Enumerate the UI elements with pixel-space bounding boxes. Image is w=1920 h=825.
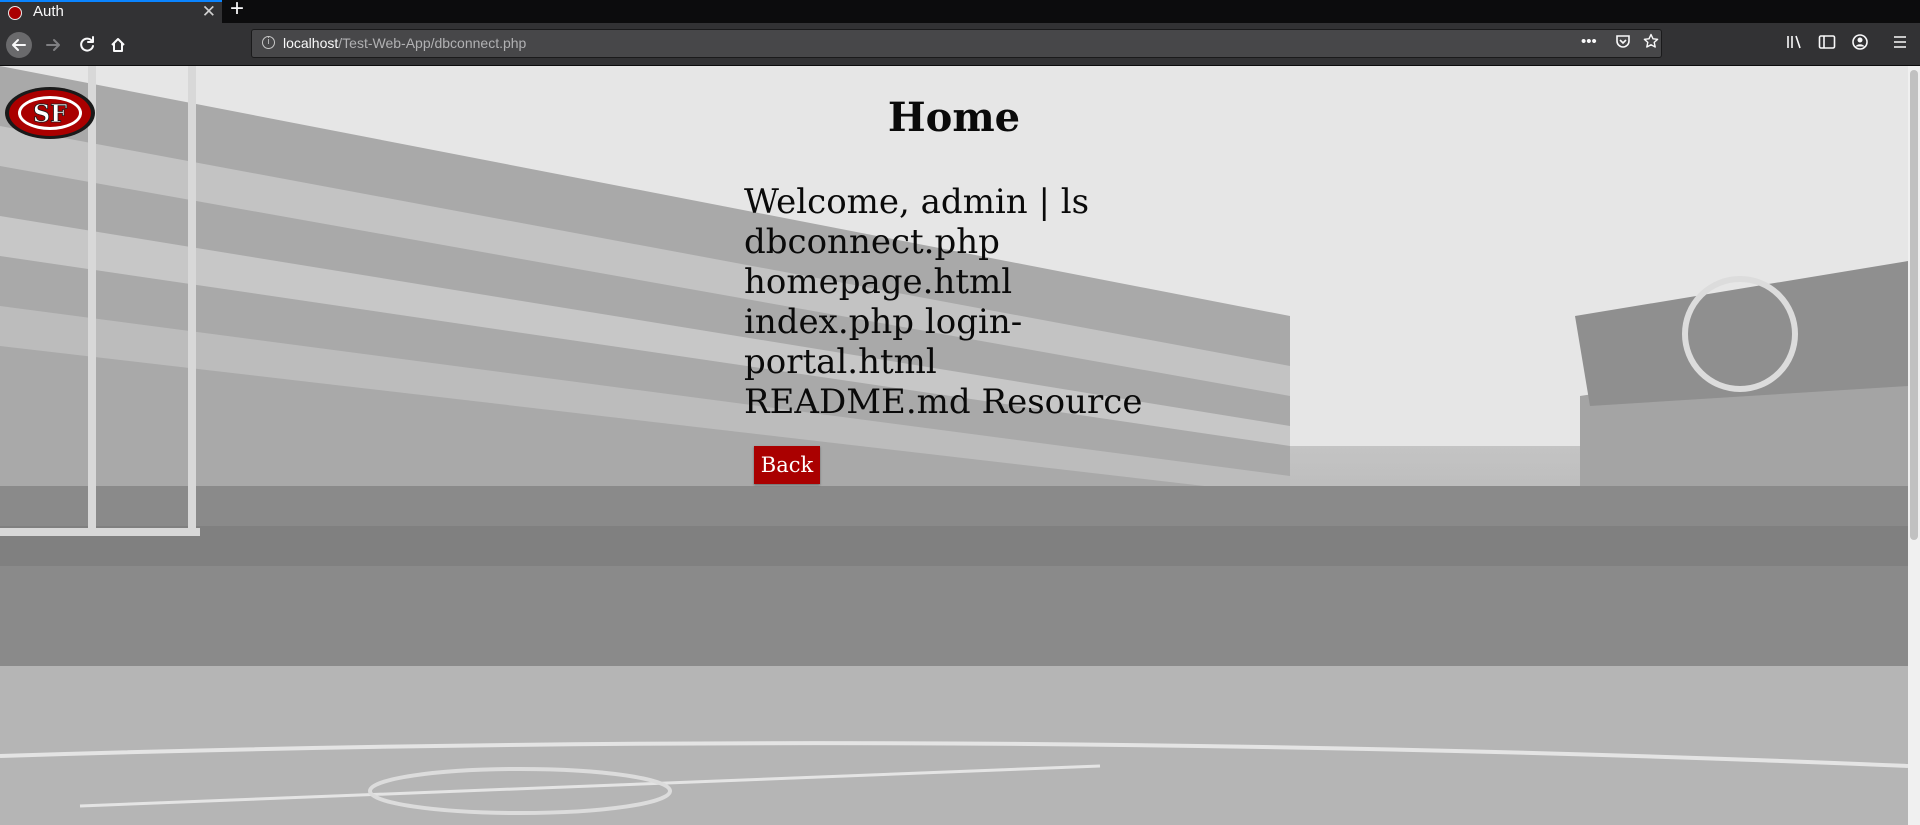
command-output-text: Welcome, admin | ls dbconnect.php homepa…	[744, 182, 1143, 422]
close-tab-icon[interactable]: ✕	[202, 2, 216, 21]
home-icon[interactable]	[105, 32, 131, 58]
new-tab-button[interactable]: +	[230, 0, 244, 21]
favicon-icon	[8, 6, 22, 20]
site-info-icon[interactable]: i	[262, 36, 275, 49]
scrollbar-thumb[interactable]	[1910, 70, 1918, 540]
page-viewport: SF Home Welcome, admin | ls dbconnect.ph…	[0, 66, 1908, 825]
stadium-background-image	[0, 66, 1908, 825]
url-host: localhost	[283, 35, 339, 51]
menu-icon[interactable]	[1892, 34, 1908, 54]
address-bar[interactable]: i localhost/Test-Web-App/dbconnect.php •…	[251, 29, 1662, 58]
page-actions-icon[interactable]: •••	[1581, 33, 1597, 50]
back-button-icon[interactable]	[6, 32, 32, 58]
tab-title: Auth	[33, 3, 64, 20]
vertical-scrollbar[interactable]	[1908, 66, 1920, 825]
library-icon[interactable]	[1786, 34, 1804, 54]
bookmark-star-icon[interactable]	[1643, 33, 1659, 53]
back-button[interactable]: Back	[754, 446, 820, 484]
sidebar-icon[interactable]	[1818, 34, 1836, 54]
pocket-icon[interactable]	[1615, 33, 1631, 53]
reload-icon[interactable]	[74, 32, 100, 58]
tab-auth[interactable]: Auth ✕	[0, 0, 222, 23]
tab-strip: Auth ✕ +	[0, 0, 1920, 23]
url-path: /Test-Web-App/dbconnect.php	[338, 35, 527, 51]
url-text[interactable]: localhost/Test-Web-App/dbconnect.php	[283, 30, 526, 57]
account-icon[interactable]	[1851, 34, 1869, 54]
navigation-toolbar: i localhost/Test-Web-App/dbconnect.php •…	[0, 23, 1920, 66]
page-title: Home	[887, 94, 1021, 141]
forward-button-icon[interactable]	[40, 32, 66, 58]
